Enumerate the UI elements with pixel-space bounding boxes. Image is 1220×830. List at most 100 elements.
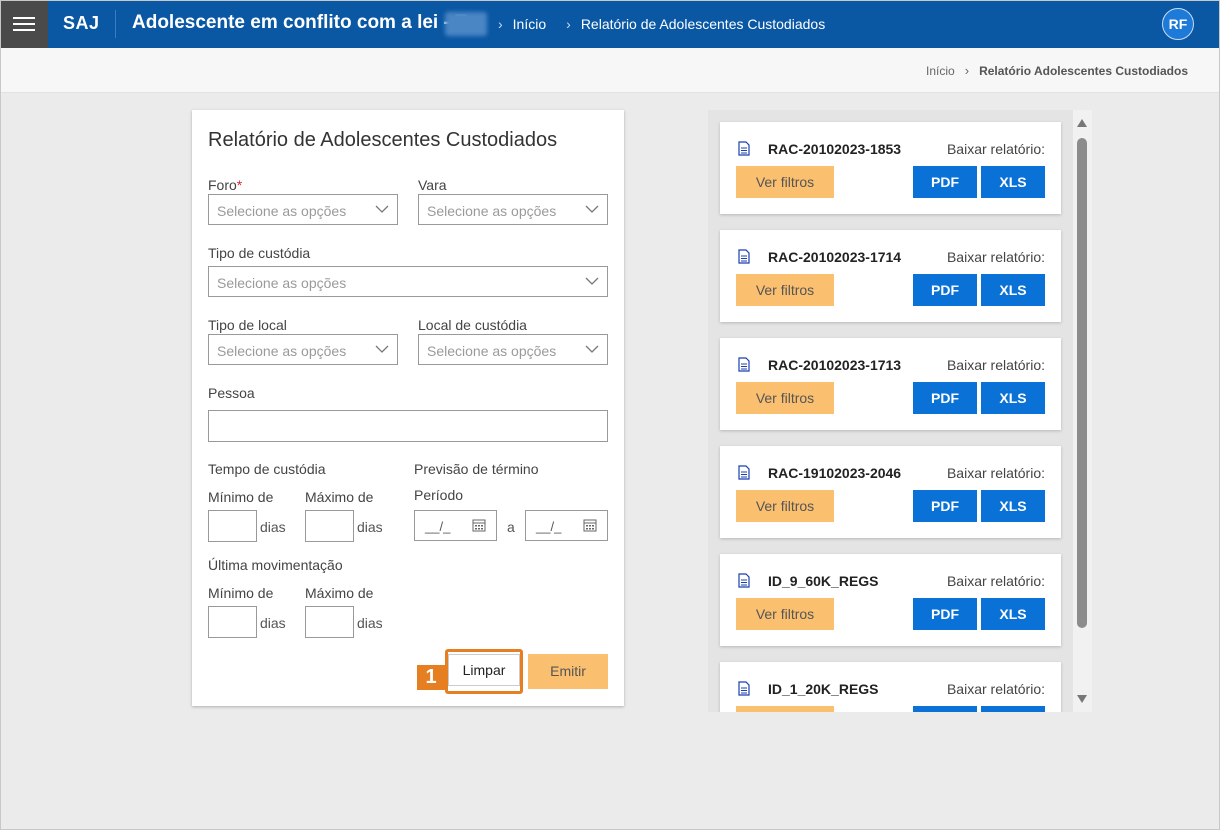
pdf-button[interactable]: PDF (913, 598, 977, 630)
scroll-up-arrow-icon[interactable] (1077, 119, 1087, 127)
breadcrumb: Início › Relatório Adolescentes Custodia… (926, 63, 1188, 78)
header-breadcrumb-relatorio[interactable]: Relatório de Adolescentes Custodiados (581, 16, 825, 32)
xls-button[interactable]: XLS (981, 490, 1045, 522)
foro-select[interactable]: Selecione as opções (208, 194, 398, 225)
chevron-down-icon (585, 277, 599, 285)
periodo-start-date[interactable]: __/_ (414, 510, 497, 541)
report-name: ID_1_20K_REGS (768, 681, 879, 697)
breadcrumb-inicio[interactable]: Início (926, 64, 955, 78)
mov-min-input[interactable] (208, 606, 257, 638)
local-custodia-placeholder: Selecione as opções (427, 343, 557, 359)
tempo-max-unit: dias (357, 519, 383, 535)
pdf-button[interactable]: PDF (913, 706, 977, 712)
periodo-end-date[interactable]: __/_ (525, 510, 608, 541)
tempo-min-input[interactable] (208, 510, 257, 542)
tipo-local-select[interactable]: Selecione as opções (208, 334, 398, 365)
report-card: RAC-19102023-2046 Baixar relatório: Ver … (720, 446, 1061, 538)
vara-select-placeholder: Selecione as opções (427, 203, 557, 219)
header-divider (115, 10, 116, 38)
document-icon (738, 465, 750, 480)
step-badge: 1 (417, 665, 445, 690)
download-label: Baixar relatório: (946, 681, 1045, 697)
calendar-icon[interactable] (583, 518, 597, 532)
tipo-custodia-select[interactable]: Selecione as opções (208, 266, 608, 297)
ultima-movimentacao-label: Última movimentação (208, 557, 343, 573)
foro-label: Foro* (208, 177, 243, 193)
chevron-down-icon (375, 205, 389, 213)
xls-button[interactable]: XLS (981, 706, 1045, 712)
download-label: Baixar relatório: (946, 141, 1045, 157)
xls-button[interactable]: XLS (981, 598, 1045, 630)
local-custodia-select[interactable]: Selecione as opções (418, 334, 608, 365)
form-title: Relatório de Adolescentes Custodiados (208, 129, 558, 151)
breadcrumb-bar: Início › Relatório Adolescentes Custodia… (0, 48, 1220, 93)
report-card: RAC-20102023-1853 Baixar relatório: Ver … (720, 122, 1061, 214)
app-title: Adolescente em conflito com a lei - T (132, 12, 467, 33)
redacted-text (445, 12, 487, 36)
tempo-custodia-label: Tempo de custódia (208, 461, 326, 477)
tipo-local-label: Tipo de local (208, 317, 287, 333)
tipo-custodia-label: Tipo de custódia (208, 245, 311, 261)
ver-filtros-button[interactable]: Ver filtros (736, 598, 834, 630)
xls-button[interactable]: XLS (981, 166, 1045, 198)
scroll-down-arrow-icon[interactable] (1077, 695, 1087, 703)
previsao-termino-label: Previsão de término (414, 461, 539, 477)
scroll-thumb[interactable] (1077, 138, 1087, 628)
pdf-button[interactable]: PDF (913, 490, 977, 522)
ver-filtros-button[interactable]: Ver filtros (736, 166, 834, 198)
chevron-down-icon (375, 345, 389, 353)
foro-select-placeholder: Selecione as opções (217, 203, 347, 219)
chevron-right-icon: › (498, 16, 503, 32)
saj-logo[interactable]: SAJ (63, 13, 100, 34)
periodo-label: Período (414, 487, 464, 503)
report-card: RAC-20102023-1713 Baixar relatório: Ver … (720, 338, 1061, 430)
document-icon (738, 141, 750, 156)
user-avatar[interactable]: RF (1162, 8, 1194, 40)
report-name: RAC-19102023-2046 (768, 465, 902, 481)
breadcrumb-current: Relatório Adolescentes Custodiados (979, 63, 1188, 78)
xls-button[interactable]: XLS (981, 274, 1045, 306)
pdf-button[interactable]: PDF (913, 166, 977, 198)
ver-filtros-button[interactable]: Ver filtros (736, 274, 834, 306)
reports-list: RAC-20102023-1853 Baixar relatório: Ver … (708, 110, 1092, 712)
ver-filtros-button[interactable]: Ver filtros (736, 490, 834, 522)
report-name: RAC-20102023-1713 (768, 357, 902, 373)
document-icon (738, 357, 750, 372)
tempo-min-label: Mínimo de (208, 489, 274, 505)
download-label: Baixar relatório: (946, 357, 1045, 373)
mov-max-unit: dias (357, 615, 383, 631)
top-header: SAJ Adolescente em conflito com a lei - … (0, 0, 1220, 48)
tipo-local-placeholder: Selecione as opções (217, 343, 347, 359)
vara-label: Vara (418, 177, 447, 193)
chevron-right-icon: › (566, 16, 571, 32)
download-label: Baixar relatório: (946, 573, 1045, 589)
header-breadcrumb: › Início › Relatório de Adolescentes Cus… (498, 16, 845, 32)
report-form-card: Relatório de Adolescentes Custodiados Fo… (192, 110, 624, 706)
tempo-min-unit: dias (260, 519, 286, 535)
hamburger-menu-icon[interactable] (0, 0, 48, 48)
report-name: RAC-20102023-1853 (768, 141, 902, 157)
vara-select[interactable]: Selecione as opções (418, 194, 608, 225)
pdf-button[interactable]: PDF (913, 382, 977, 414)
pessoa-label: Pessoa (208, 385, 255, 401)
periodo-separator: a (507, 519, 515, 535)
ver-filtros-button[interactable]: Ver filtros (736, 706, 834, 712)
pessoa-input[interactable] (208, 410, 608, 442)
calendar-icon[interactable] (472, 518, 486, 532)
mov-max-input[interactable] (305, 606, 354, 638)
document-icon (738, 249, 750, 264)
document-icon (738, 573, 750, 588)
limpar-highlight (445, 649, 523, 694)
reports-scrollbar[interactable] (1073, 110, 1092, 712)
header-breadcrumb-inicio[interactable]: Início (513, 16, 546, 32)
pdf-button[interactable]: PDF (913, 274, 977, 306)
local-custodia-label: Local de custódia (418, 317, 527, 333)
tempo-max-input[interactable] (305, 510, 354, 542)
report-card: ID_1_20K_REGS Baixar relatório: Ver filt… (720, 662, 1061, 712)
ver-filtros-button[interactable]: Ver filtros (736, 382, 834, 414)
xls-button[interactable]: XLS (981, 382, 1045, 414)
emitir-button[interactable]: Emitir (528, 654, 608, 689)
chevron-down-icon (585, 205, 599, 213)
download-label: Baixar relatório: (946, 249, 1045, 265)
date-placeholder: __/_ (536, 519, 562, 534)
